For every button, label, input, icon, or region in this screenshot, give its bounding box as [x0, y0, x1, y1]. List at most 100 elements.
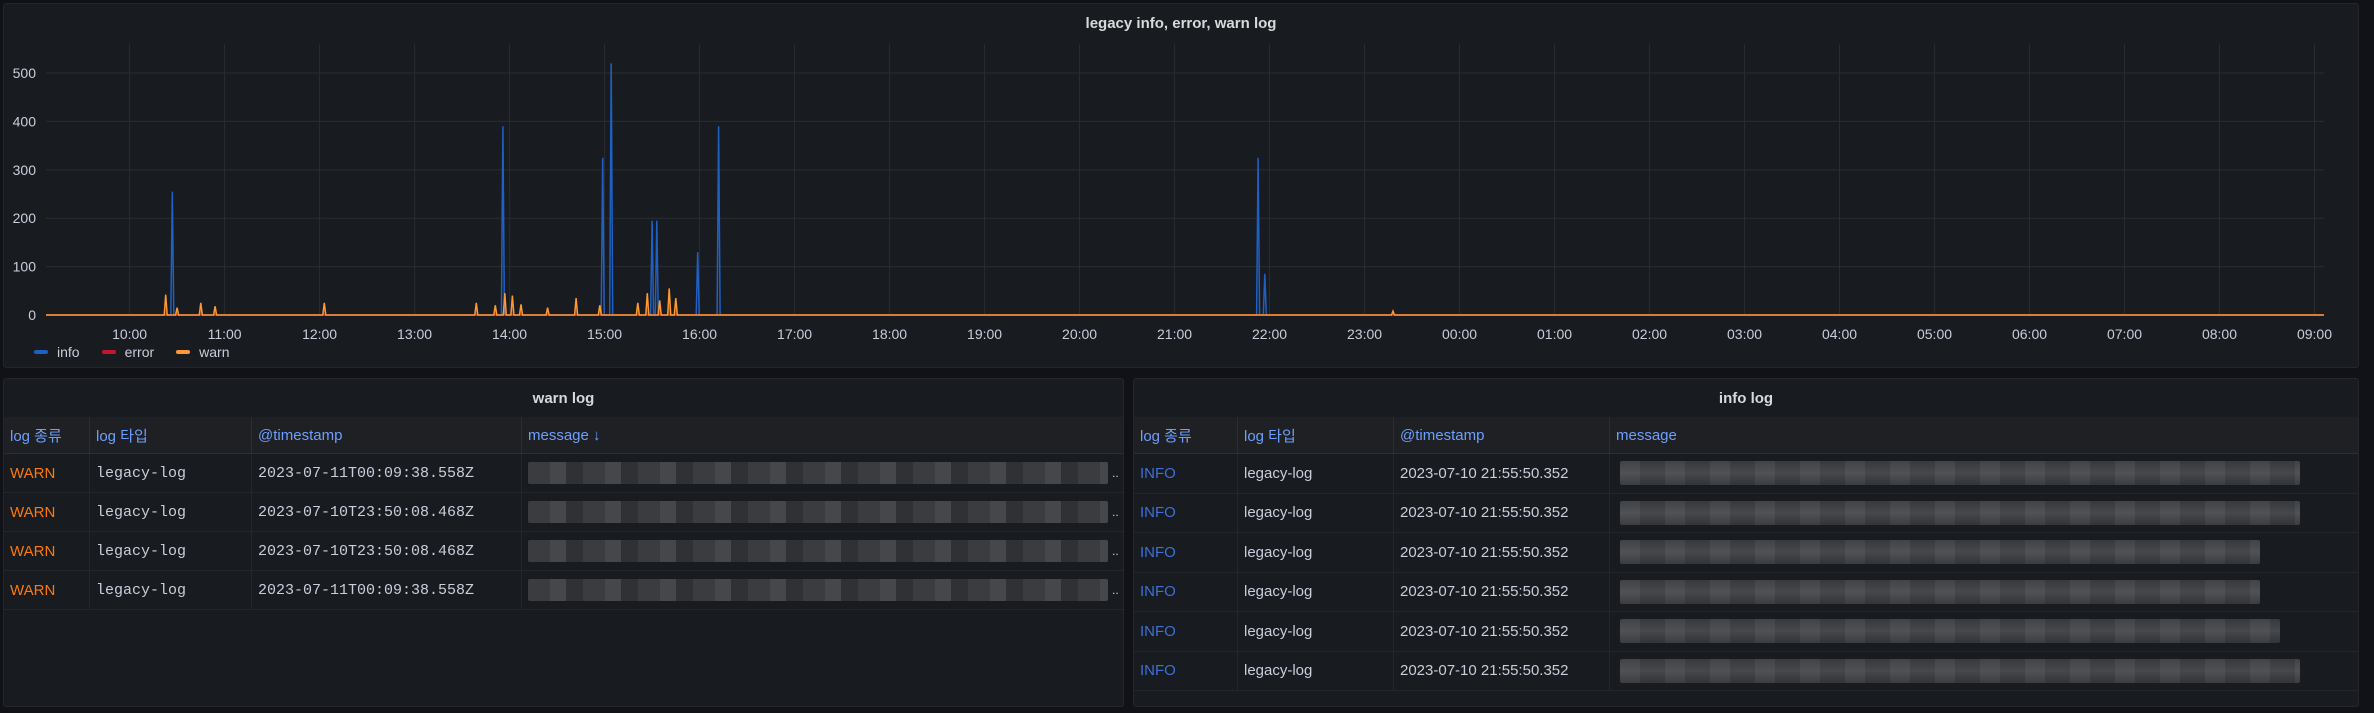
timeseries-panel[interactable]: legacy info, error, warn log 0 100 200 300 4… — [3, 3, 2359, 368]
warn-log-table: log 종류 log 타입 @timestamp message ↓ WARN l… — [4, 417, 1123, 610]
legend-label-info: info — [57, 344, 80, 360]
legend-swatch-warn — [176, 350, 191, 354]
x-tick-label: 15:00 — [587, 326, 622, 342]
legend-item-info[interactable]: info — [34, 344, 80, 360]
table-row[interactable]: WARN legacy-log 2023-07-10T23:50:08.468Z.. — [4, 532, 1123, 571]
legend-label-error: error — [124, 344, 155, 360]
x-tick-label: 08:00 — [2202, 326, 2237, 342]
cell-timestamp: 2023-07-11T00:09:38.558Z — [252, 454, 522, 492]
y-tick-label: 100 — [13, 259, 37, 275]
cell-log-level: INFO — [1134, 651, 1238, 690]
x-tick-label: 22:00 — [1252, 326, 1287, 342]
column-header-log-type[interactable]: log 타입 — [90, 417, 252, 453]
cell-log-type: legacy-log — [1238, 533, 1394, 572]
cell-message — [1610, 652, 2358, 691]
series-fill-warn — [46, 288, 2324, 315]
x-tick-label: 04:00 — [1822, 326, 1857, 342]
cell-log-type: legacy-log — [90, 454, 252, 492]
legend-label-warn: warn — [199, 344, 230, 360]
x-tick-label: 14:00 — [492, 326, 527, 342]
redacted-message — [528, 501, 1108, 523]
x-tick-label: 10:00 — [112, 326, 147, 342]
info-log-panel[interactable]: info log log 종류 log 타입 @timestamp messag… — [1133, 378, 2359, 707]
x-axis: 10:00 11:00 12:00 13:00 14:00 15:00 16:00 17:00… — [112, 326, 2332, 342]
cell-timestamp: 2023-07-10 21:55:50.352 — [1394, 572, 1610, 611]
x-tick-label: 13:00 — [397, 326, 432, 342]
column-header-log-level[interactable]: log 종류 — [1134, 417, 1238, 453]
legend-item-warn[interactable]: warn — [176, 344, 230, 360]
cell-log-type: legacy-log — [90, 571, 252, 609]
column-header-log-level[interactable]: log 종류 — [4, 417, 90, 453]
x-tick-label: 05:00 — [1917, 326, 1952, 342]
cell-log-type: legacy-log — [90, 532, 252, 570]
redacted-message — [1620, 619, 2280, 644]
cell-timestamp: 2023-07-10 21:55:50.352 — [1394, 493, 1610, 532]
y-tick-label: 400 — [13, 113, 37, 129]
panel-title[interactable]: info log — [1134, 390, 2358, 407]
cell-message — [1610, 494, 2358, 533]
x-tick-label: 16:00 — [682, 326, 717, 342]
x-tick-label: 01:00 — [1537, 326, 1572, 342]
column-header-message[interactable]: message — [1610, 417, 2358, 453]
x-tick-label: 18:00 — [872, 326, 907, 342]
redacted-message — [1620, 540, 2260, 565]
redacted-message — [1620, 500, 2300, 525]
panel-title[interactable]: warn log — [4, 390, 1123, 407]
y-tick-label: 0 — [28, 307, 36, 323]
table-row[interactable]: INFO legacy-log 2023-07-10 21:55:50.352 — [1134, 533, 2358, 573]
cell-log-type: legacy-log — [1238, 651, 1394, 690]
x-tick-label: 17:00 — [777, 326, 812, 342]
table-body: WARN legacy-log 2023-07-11T00:09:38.558Z..… — [4, 454, 1123, 610]
x-tick-label: 20:00 — [1062, 326, 1097, 342]
x-tick-label: 02:00 — [1632, 326, 1667, 342]
cell-timestamp: 2023-07-10T23:50:08.468Z — [252, 493, 522, 531]
table-header: log 종류 log 타입 @timestamp message ↓ — [4, 417, 1123, 454]
table-row[interactable]: WARN legacy-log 2023-07-11T00:09:38.558Z.. — [4, 571, 1123, 610]
column-header-message-sorted[interactable]: message ↓ — [522, 417, 1123, 453]
cell-log-type: legacy-log — [1238, 454, 1394, 493]
x-tick-label: 07:00 — [2107, 326, 2142, 342]
cell-log-level: INFO — [1134, 493, 1238, 532]
table-row[interactable]: WARN legacy-log 2023-07-10T23:50:08.468Z.. — [4, 493, 1123, 532]
cell-log-level: INFO — [1134, 454, 1238, 493]
cell-timestamp: 2023-07-10T23:50:08.468Z — [252, 532, 522, 570]
cell-timestamp: 2023-07-10 21:55:50.352 — [1394, 454, 1610, 493]
cell-timestamp: 2023-07-11T00:09:38.558Z — [252, 571, 522, 609]
table-row[interactable]: WARN legacy-log 2023-07-11T00:09:38.558Z.. — [4, 454, 1123, 493]
cell-message: .. — [522, 532, 1123, 570]
cell-message: .. — [522, 493, 1123, 531]
cell-log-level: INFO — [1134, 572, 1238, 611]
table-row[interactable]: INFO legacy-log 2023-07-10 21:55:50.352 — [1134, 454, 2358, 494]
table-row[interactable]: INFO legacy-log 2023-07-10 21:55:50.352 — [1134, 612, 2358, 652]
table-header: log 종류 log 타입 @timestamp message — [1134, 417, 2358, 454]
message-ellipsis: .. — [1112, 505, 1119, 519]
x-tick-label: 12:00 — [302, 326, 337, 342]
y-tick-label: 200 — [13, 210, 37, 226]
redacted-message — [528, 462, 1108, 484]
legend-swatch-error — [101, 350, 116, 354]
x-tick-label: 19:00 — [967, 326, 1002, 342]
cell-log-level: INFO — [1134, 612, 1238, 651]
cell-log-type: legacy-log — [1238, 572, 1394, 611]
legend-item-error[interactable]: error — [101, 344, 155, 360]
cell-log-level: WARN — [4, 454, 90, 492]
table-row[interactable]: INFO legacy-log 2023-07-10 21:55:50.352 — [1134, 651, 2358, 691]
cell-message — [1610, 573, 2358, 612]
x-tick-label: 23:00 — [1347, 326, 1382, 342]
cell-timestamp: 2023-07-10 21:55:50.352 — [1394, 612, 1610, 651]
cell-timestamp: 2023-07-10 21:55:50.352 — [1394, 533, 1610, 572]
column-header-log-type[interactable]: log 타입 — [1238, 417, 1394, 453]
column-header-timestamp[interactable]: @timestamp — [252, 417, 522, 453]
cell-log-type: legacy-log — [1238, 612, 1394, 651]
redacted-message — [1620, 658, 2300, 683]
chart-plot[interactable]: 0 100 200 300 400 500 10:00 11:00 12:00 13:00 14:… — [4, 4, 2360, 369]
warn-log-panel[interactable]: warn log log 종류 log 타입 @timestamp messag… — [3, 378, 1124, 707]
series-line-info — [46, 63, 2324, 316]
x-tick-label: 06:00 — [2012, 326, 2047, 342]
table-row[interactable]: INFO legacy-log 2023-07-10 21:55:50.352 — [1134, 493, 2358, 533]
x-tick-label: 03:00 — [1727, 326, 1762, 342]
table-row[interactable]: INFO legacy-log 2023-07-10 21:55:50.352 — [1134, 572, 2358, 612]
column-header-timestamp[interactable]: @timestamp — [1394, 417, 1610, 453]
chart-grid — [46, 44, 2324, 316]
info-log-table: log 종류 log 타입 @timestamp message INFO leg… — [1134, 417, 2358, 691]
